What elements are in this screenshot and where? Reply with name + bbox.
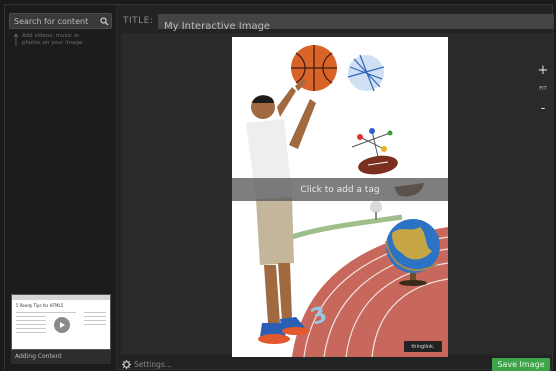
settings-button[interactable]: Settings... (122, 360, 172, 369)
molecule-illustration (351, 128, 393, 158)
search-input[interactable]: Search for content (10, 17, 97, 26)
content-thumbnail[interactable]: 5 Ready Tips for HTML5 (11, 294, 111, 350)
thumbnail-caption: Adding Content (11, 350, 111, 364)
search-box[interactable]: Search for content (9, 13, 112, 29)
gear-icon (122, 360, 131, 369)
thumbnail-text-line (84, 312, 106, 313)
thumbnail-title: 5 Ready Tips for HTML5 (16, 303, 64, 308)
thumbnail-text-line (84, 320, 106, 321)
thumbnail-text-line (16, 328, 46, 329)
arrow-up-icon (13, 33, 19, 46)
title-input[interactable] (158, 20, 295, 33)
pompom-illustration (347, 54, 385, 92)
add-tag-overlay[interactable]: Click to add a tag (232, 178, 448, 201)
thumbnail-text-line (16, 332, 46, 333)
boy-illustration (246, 79, 316, 344)
thumbnail-text-line (84, 316, 106, 317)
zoom-out-button[interactable]: - (532, 99, 554, 117)
thumbnail-browser-bar (12, 295, 110, 300)
interactive-image[interactable]: 3 Click to add a tag thinglink. (232, 37, 448, 357)
thumbnail-text-line (16, 320, 46, 321)
play-icon[interactable] (54, 317, 70, 333)
thumbnail-text-line (84, 324, 106, 325)
thumbnail-text-line (16, 324, 46, 325)
add-tag-prompt: Click to add a tag (300, 184, 380, 195)
zoom-in-button[interactable]: + (532, 61, 554, 79)
title-label: TITLE: (123, 16, 154, 26)
thumbnail-text-line (16, 312, 76, 313)
thumbnail-text-line (16, 316, 46, 317)
football-illustration (358, 155, 398, 175)
settings-label: Settings... (134, 360, 172, 369)
content-sidebar: Search for content Add videos, music or … (5, 5, 117, 371)
editor-window: Search for content Add videos, music or … (4, 4, 554, 371)
title-field[interactable] (158, 14, 554, 33)
add-content-hint: Add videos, music or photos on your imag… (13, 33, 84, 47)
hint-text: Add videos, music or photos on your imag… (22, 33, 83, 46)
save-image-button[interactable]: Save Image (492, 358, 550, 371)
zoom-fit-button[interactable]: FIT (532, 79, 554, 99)
search-icon[interactable] (97, 14, 111, 28)
zoom-controls: + FIT - (532, 61, 554, 117)
tree-illustration (370, 201, 382, 220)
thinglink-watermark[interactable]: thinglink. (404, 341, 442, 352)
